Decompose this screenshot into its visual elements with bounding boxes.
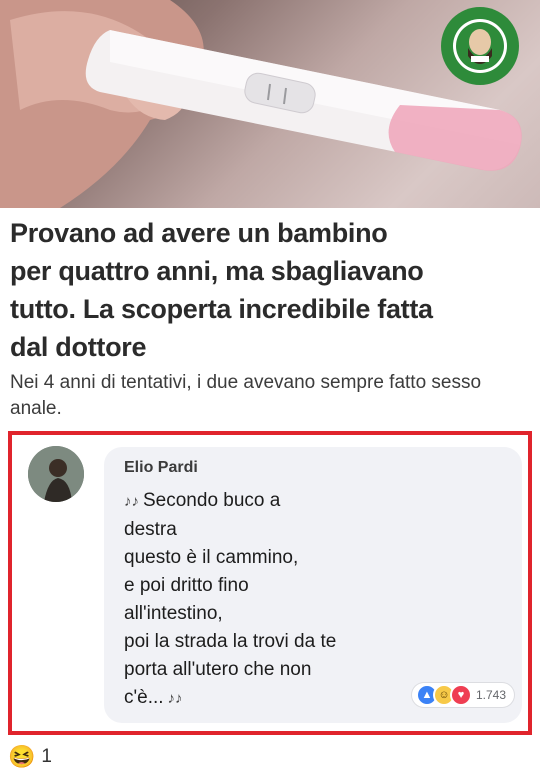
comment-text: ♪♪ Secondo buco a destra questo è il camm… [124,487,504,713]
music-note-icon: ♪♪ [167,690,183,707]
post-subline: Nei 4 anni di tentativi, i due avevano s… [10,372,482,419]
love-icon: ♥ [449,684,472,706]
headline-line: dal dottore [10,332,147,362]
music-note-icon: ♪♪ [124,493,139,510]
headline-line: Provano ad avere un bambino [10,218,388,248]
comment-author[interactable]: Elio Pardi [124,459,198,477]
laughing-face-icon: 😆 [8,744,36,769]
post-headline: Provano ad avere un bambino per quattro … [10,214,530,366]
hero-photo [0,0,540,208]
reaction-count: 1 [41,746,52,767]
avatar[interactable] [28,446,84,502]
headline-line: tutto. La scoperta incredibile fatta [10,294,433,324]
comment-reactions[interactable]: ▲ ☺ ♥ 1.743 [411,683,514,707]
comment-line: e poi dritto fino [124,575,249,596]
comment-line: poi la strada la trovi da te [124,631,337,652]
post-reaction-summary[interactable]: 😆 1 [8,745,52,769]
comment-line: porta all'utero che non [124,659,312,680]
commenti-memorabili-logo [441,7,519,85]
reaction-count: 1.743 [475,688,506,702]
comment-line: ♪♪ Secondo buco a [124,490,281,511]
headline-line: per quattro anni, ma sbagliavano [10,256,424,286]
comment-line: all'intestino, [124,603,223,624]
comment-line: questo è il cammino, [124,547,299,568]
comment-line: destra [124,519,177,540]
avatar-photo [28,446,84,502]
comment-bubble: Elio Pardi ♪♪ Secondo buco a destra quest… [104,447,522,723]
highlighted-comment-frame: Elio Pardi ♪♪ Secondo buco a destra quest… [8,431,532,735]
